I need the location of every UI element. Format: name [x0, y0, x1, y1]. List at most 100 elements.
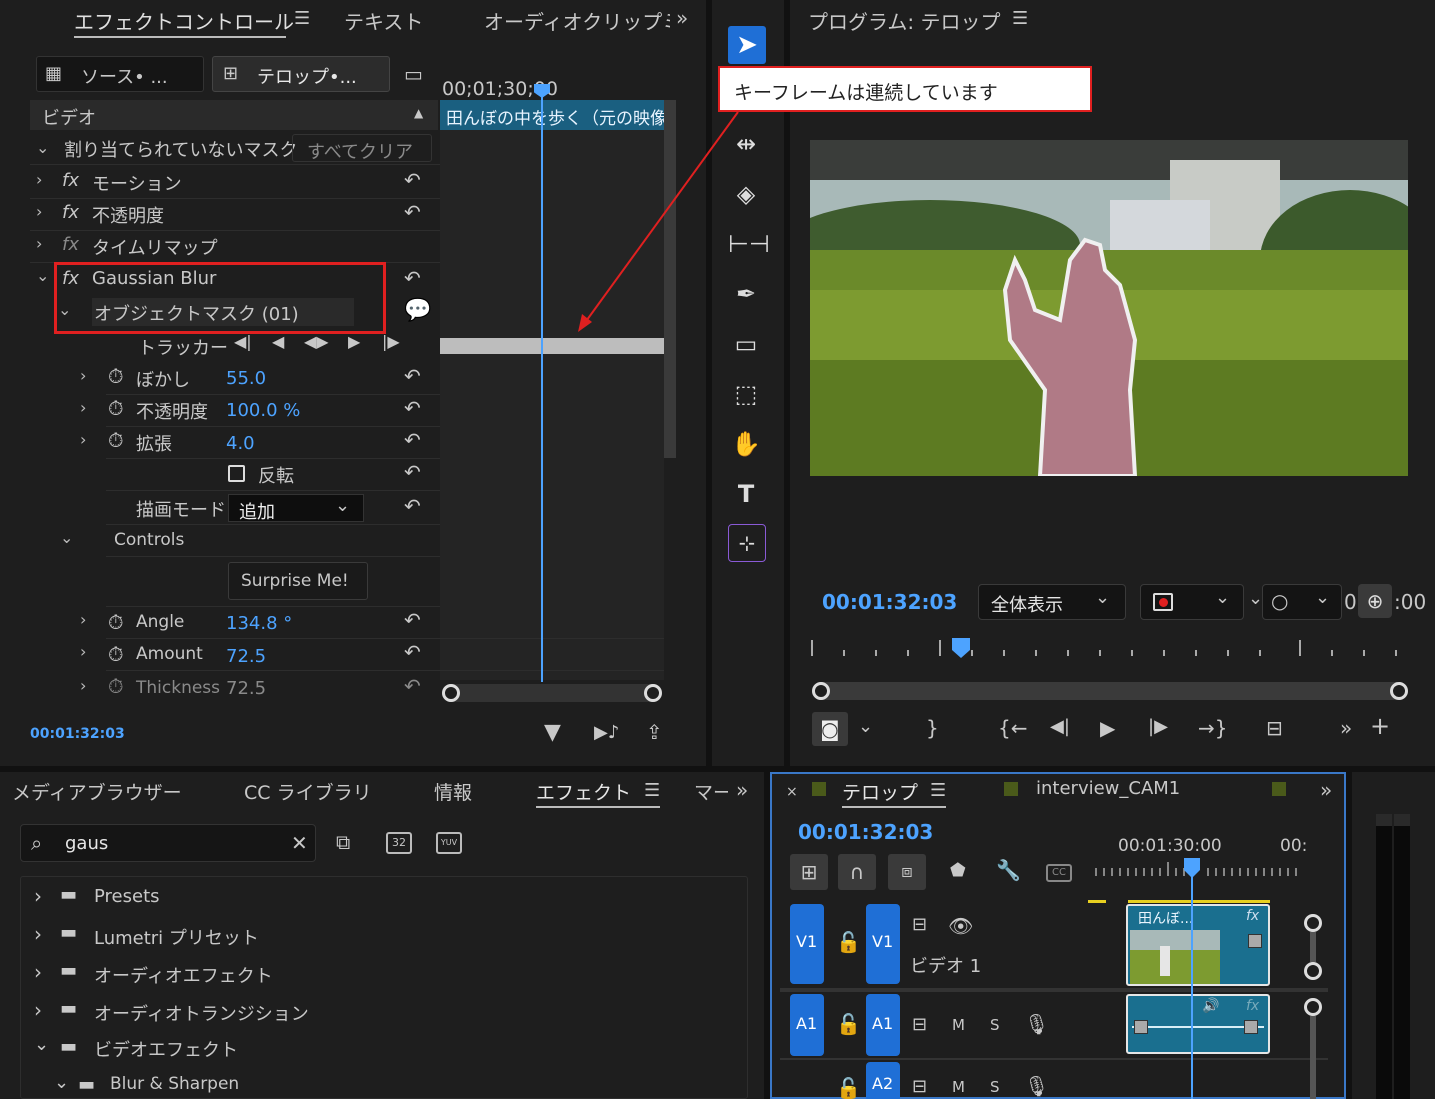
32bit-effects-icon[interactable]: 32	[386, 832, 412, 854]
chevron-right-icon[interactable]: ›	[36, 234, 42, 253]
reset-icon[interactable]: ↶	[404, 460, 421, 484]
source-patch-a1[interactable]: A1	[790, 994, 824, 1056]
tab-text[interactable]: テキスト	[344, 6, 423, 35]
close-icon[interactable]: ×	[786, 784, 798, 800]
type-tool-icon[interactable]: T	[728, 476, 764, 512]
selection-tool[interactable]: ➤	[728, 26, 766, 64]
zoom-handle-right[interactable]	[644, 684, 662, 702]
reset-icon[interactable]: ↶	[404, 364, 421, 388]
invert-checkbox[interactable]	[228, 465, 245, 482]
reset-icon[interactable]: ↶	[404, 168, 421, 192]
stopwatch-icon[interactable]: ⏱	[108, 610, 124, 634]
accelerated-effects-icon[interactable]: ⧉	[336, 830, 350, 854]
clip-handle-right[interactable]	[1248, 934, 1262, 948]
panel-overflow-icon[interactable]: »	[736, 778, 748, 802]
insert-nest-button[interactable]: ⊞	[790, 854, 828, 890]
toggle-timeline-view-icon[interactable]: ▭	[404, 62, 423, 86]
export-icon[interactable]: ⇪	[646, 720, 663, 744]
tree-item-audio-transitions[interactable]: オーディオトランジション	[94, 1000, 309, 1026]
expansion-value[interactable]: 4.0	[226, 433, 255, 454]
sync-lock-icon[interactable]: ⊟	[912, 1014, 927, 1035]
eye-icon[interactable]: 👁	[948, 914, 973, 938]
thickness-value[interactable]: 72.5	[226, 678, 266, 699]
tab-media-browser[interactable]: メディアブラウザー	[12, 778, 182, 805]
sync-lock-icon[interactable]: ⊟	[912, 914, 927, 935]
reset-icon[interactable]: ↶	[404, 608, 421, 632]
track-scroll-bottom[interactable]	[1304, 962, 1322, 980]
panel-menu-icon[interactable]: ☰	[294, 8, 310, 29]
tab-info[interactable]: 情報	[434, 778, 472, 805]
track-target-v1[interactable]: V1	[866, 904, 900, 984]
chevron-down-icon[interactable]: ⌄	[36, 266, 49, 285]
chevron-right-icon[interactable]: ›	[80, 398, 86, 417]
timeline-tab-interview[interactable]: interview_CAM1	[1036, 778, 1180, 799]
clear-search-icon[interactable]: ✕	[291, 831, 308, 855]
clip-handle-right[interactable]	[1244, 1020, 1258, 1034]
chevron-right-icon[interactable]: ›	[80, 366, 86, 385]
tab-audio-clip-mixer[interactable]: オーディオクリップミ	[484, 6, 670, 35]
go-to-out-icon[interactable]: →}	[1198, 716, 1227, 740]
audio-scroll-bar[interactable]	[1310, 1016, 1316, 1099]
filter-icon[interactable]: ▼	[544, 720, 561, 745]
panel-menu-icon[interactable]: ☰	[1012, 8, 1028, 29]
collapse-up-icon[interactable]: ▲	[414, 106, 423, 120]
chevron-down-icon[interactable]: ⌄	[60, 528, 73, 547]
reset-icon[interactable]: ↶	[404, 428, 421, 452]
chevron-down-icon[interactable]: ⌄	[858, 716, 873, 737]
tree-item-presets[interactable]: Presets	[94, 886, 160, 907]
source-selector[interactable]: ▦ ソース• ...	[36, 56, 204, 92]
capture-frame-button[interactable]: ◙	[812, 712, 848, 746]
chevron-right-icon[interactable]: ›	[80, 430, 86, 449]
reset-icon[interactable]: ↶	[404, 494, 421, 518]
tree-chevron-down-icon[interactable]: ⌄	[34, 1034, 49, 1055]
tree-item-audio-effects[interactable]: オーディオエフェクト	[94, 962, 273, 988]
stopwatch-icon[interactable]: ⏱	[108, 396, 124, 420]
add-button-icon[interactable]: +	[1370, 712, 1390, 740]
track-forward-one-icon[interactable]: |▶	[382, 332, 400, 351]
angle-value[interactable]: 134.8 °	[226, 613, 292, 634]
tree-item-blur-sharpen[interactable]: Blur & Sharpen	[110, 1074, 239, 1094]
mute-button[interactable]: M	[952, 1016, 965, 1034]
tab-cc-libraries[interactable]: CC ライブラリ	[244, 778, 372, 805]
panel-overflow-icon[interactable]: »	[676, 6, 688, 30]
solo-button[interactable]: S	[990, 1078, 1000, 1096]
program-timecode[interactable]: 00:01:32:03	[822, 590, 957, 614]
surprise-me-button[interactable]: Surprise Me!	[228, 562, 368, 600]
mask-opacity-value[interactable]: 100.0 %	[226, 400, 300, 421]
chevron-right-icon[interactable]: ›	[80, 676, 86, 695]
zoom-dropdown[interactable]: 全体表示 ⌄	[978, 584, 1126, 620]
ec-zoom-scrollbar[interactable]	[442, 684, 662, 702]
chevron-right-icon[interactable]: ›	[36, 170, 42, 189]
tree-chevron-right-icon[interactable]: ›	[34, 922, 42, 946]
tab-effect-controls[interactable]: エフェクトコントロール	[74, 6, 294, 35]
blend-mode-dropdown[interactable]: 追加 ⌄	[228, 494, 364, 523]
comment-icon[interactable]: 💬	[404, 298, 431, 323]
step-forward-icon[interactable]: |▶	[1148, 716, 1168, 737]
chevron-right-icon[interactable]: ›	[80, 610, 86, 629]
mark-out-icon[interactable]: }	[926, 716, 939, 740]
lasso-dropdown[interactable]: ○ ⌄	[1262, 584, 1342, 620]
stopwatch-icon[interactable]: ⏱	[108, 428, 124, 452]
blur-value[interactable]: 55.0	[226, 368, 266, 389]
zoom-handle-left[interactable]	[442, 684, 460, 702]
object-select-tool[interactable]: ⊹	[728, 524, 766, 562]
timeline-timecode[interactable]: 00:01:32:03	[798, 820, 933, 844]
ec-timecode[interactable]: 00:01:32:03	[30, 726, 125, 742]
wrench-icon[interactable]: 🔧	[996, 858, 1021, 882]
play-icon[interactable]: ▶	[1100, 716, 1115, 740]
tab-effects[interactable]: エフェクト	[536, 778, 631, 805]
chevron-right-icon[interactable]: ›	[80, 642, 86, 661]
a1-clip[interactable]: 🔊 fx	[1126, 994, 1270, 1054]
mute-button[interactable]: M	[952, 1078, 965, 1096]
step-back-icon[interactable]: ◀|	[1050, 716, 1070, 737]
amount-value[interactable]: 72.5	[226, 646, 266, 667]
marker-icon[interactable]: ⬟	[950, 860, 966, 881]
track-scroll-bar[interactable]	[1310, 932, 1316, 962]
source-patch-v1[interactable]: V1	[790, 904, 824, 984]
reset-icon[interactable]: ↶	[404, 266, 421, 290]
program-scrollbar[interactable]	[812, 682, 1408, 700]
scroll-handle-left[interactable]	[812, 682, 830, 700]
sequence-selector[interactable]: ⊞ テロップ•...	[212, 56, 390, 92]
reset-icon[interactable]: ↶	[404, 200, 421, 224]
reset-icon[interactable]: ↶	[404, 396, 421, 420]
